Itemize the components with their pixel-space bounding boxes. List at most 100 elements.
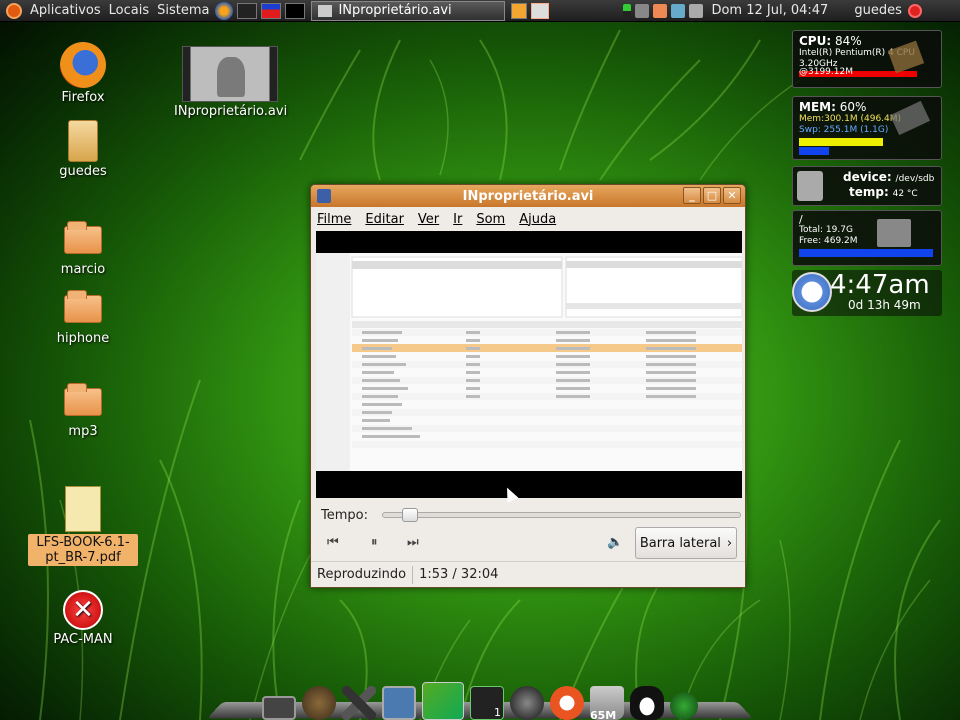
cpu-label: CPU:	[799, 34, 832, 48]
temp-value: 42 °C	[892, 189, 918, 199]
window-title: INproprietário.avi	[462, 188, 594, 204]
next-chapter-button[interactable]: ⏭	[407, 535, 419, 550]
video-icon	[318, 4, 333, 17]
desktop-icon-label: mp3	[68, 424, 98, 439]
dock-monitor-icon[interactable]	[262, 696, 296, 720]
cpu-mhz: @3199.12M	[799, 67, 853, 77]
statusbar: Reproduzindo 1:53 / 32:04	[311, 561, 745, 587]
dock-tux-icon[interactable]	[630, 686, 664, 720]
video-frame-music-player-screenshot	[316, 253, 743, 471]
menu-filme[interactable]: Filme	[317, 212, 351, 227]
seek-row: Tempo:	[321, 505, 741, 525]
desktop-icon-label: Firefox	[61, 90, 105, 105]
menu-ajuda[interactable]: Ajuda	[519, 212, 556, 227]
workspace-switcher-icon[interactable]	[285, 2, 306, 19]
maximize-button[interactable]: □	[703, 187, 721, 204]
taskbar-item-label: INproprietário.avi	[338, 3, 452, 18]
menu-ver[interactable]: Ver	[418, 212, 439, 227]
swap-bar	[799, 147, 829, 155]
shutdown-icon[interactable]	[907, 3, 922, 18]
minimize-button[interactable]: _	[683, 187, 701, 204]
desktop-icon-label: hiphone	[56, 331, 110, 346]
conky-device: device: /dev/sdb temp: 42 °C	[792, 166, 942, 206]
menubar: Filme Editar Ver Ir Som Ajuda	[311, 207, 745, 231]
clock-face-icon	[792, 272, 832, 312]
folder-icon	[64, 221, 102, 254]
seek-label: Tempo:	[321, 507, 368, 523]
volume-icon[interactable]	[689, 3, 704, 18]
desktop-icon-firefox[interactable]: Firefox	[28, 42, 138, 105]
folder-icon	[64, 290, 102, 323]
menu-som[interactable]: Som	[476, 212, 505, 227]
workspace-switcher-active-icon[interactable]	[261, 2, 282, 19]
harddisk-icon	[797, 171, 823, 201]
pause-button[interactable]: ⏸	[371, 535, 378, 550]
dock-gimp-icon[interactable]	[302, 686, 336, 720]
movie-player-window: INproprietário.avi _ □ ✕ Filme Editar Ve…	[310, 184, 746, 588]
conky-clock: 4:47am 0d 13h 49m	[792, 270, 942, 316]
window-titlebar[interactable]: INproprietário.avi _ □ ✕	[311, 185, 745, 207]
seek-slider[interactable]	[381, 508, 741, 522]
window-list-icon[interactable]	[531, 2, 550, 19]
network-icon[interactable]	[635, 3, 650, 18]
volume-icon[interactable]: 🔈	[607, 535, 623, 550]
sidebar-toggle-label: Barra lateral	[639, 535, 721, 551]
playback-time: 1:53 / 32:04	[419, 567, 499, 582]
network-manager-icon[interactable]	[671, 3, 686, 18]
desktop-icon-pacman[interactable]: ✕ PAC-MAN	[28, 590, 138, 647]
dock-badge: 1	[494, 706, 501, 719]
controls-row: ⏮ ⏸ ⏭ 🔈 Barra lateral ›	[311, 527, 745, 561]
previous-chapter-button[interactable]: ⏮	[327, 535, 339, 550]
temp-label: temp:	[849, 185, 889, 199]
video-frame-image	[316, 253, 743, 471]
firefox-icon	[60, 42, 106, 88]
menu-locais[interactable]: Locais	[105, 0, 153, 22]
desktop-icon-guedes[interactable]: guedes	[28, 120, 138, 179]
notes-applet-icon[interactable]	[511, 2, 528, 19]
desktop-icon-marcio[interactable]: marcio	[28, 218, 138, 277]
dock-shutdown-icon[interactable]	[670, 692, 698, 720]
sidebar-toggle-button[interactable]: Barra lateral ›	[635, 527, 737, 559]
dock-trash-icon[interactable]: 65M	[590, 686, 624, 720]
taskbar-item-player[interactable]: INproprietário.avi	[311, 0, 506, 21]
cpu-value: 84%	[834, 34, 862, 48]
ubuntu-logo-icon[interactable]	[6, 2, 22, 19]
desktop-icon-mp3[interactable]: mp3	[28, 383, 138, 439]
desktop-icon-label: PAC-MAN	[53, 632, 113, 647]
status-separator	[412, 565, 414, 584]
firefox-launcher-icon[interactable]	[215, 1, 234, 20]
clock[interactable]: Dom 12 Jul, 04:47	[707, 0, 832, 22]
conky-cpu: CPU: 84% Intel(R) Pentium(R) 4 CPU 3.20G…	[792, 30, 942, 88]
dock-drive-icon[interactable]	[382, 686, 416, 720]
update-notifier-icon[interactable]	[653, 3, 668, 18]
menu-aplicativos[interactable]: Aplicativos	[26, 0, 105, 22]
device-label: device:	[843, 170, 892, 184]
dock-media-icon[interactable]	[510, 686, 544, 720]
desktop-icon-video-file[interactable]: INproprietário.avi	[174, 46, 287, 119]
dock: 1 65M	[230, 664, 730, 720]
dock-workspace-icon[interactable]: 1	[470, 686, 504, 720]
dock-grass-window-icon[interactable]	[422, 682, 464, 720]
desktop-icon-label: LFS-BOOK-6.1-pt_BR-7.pdf	[28, 534, 138, 566]
close-button[interactable]: ✕	[723, 187, 741, 204]
desktop-icon-hiphone[interactable]: hiphone	[28, 290, 138, 346]
dock-ubuntu-icon[interactable]	[550, 686, 584, 720]
battery-icon[interactable]	[623, 3, 632, 18]
uptime: 0d 13h 49m	[848, 298, 921, 312]
mem-value: 60%	[839, 100, 867, 114]
menu-editar[interactable]: Editar	[365, 212, 404, 227]
dock-trash-badge: 65M	[590, 709, 617, 720]
pdf-document-icon	[65, 486, 101, 532]
desktop-icon-label: marcio	[60, 262, 106, 277]
menu-sistema[interactable]: Sistema	[153, 0, 213, 22]
desktop-icon-pdf[interactable]: LFS-BOOK-6.1-pt_BR-7.pdf	[26, 486, 140, 566]
conky-mem: MEM: 60% Mem:300.1M (496.4M) Swp: 255.1M…	[792, 96, 942, 160]
dock-x-tools-icon[interactable]	[342, 686, 376, 720]
disk-bar	[799, 249, 933, 257]
terminal-launcher-icon[interactable]	[237, 2, 258, 19]
seek-slider-handle[interactable]	[402, 508, 419, 522]
video-area[interactable]	[316, 231, 743, 503]
folder-icon	[64, 383, 102, 416]
user-menu[interactable]: guedes	[850, 0, 906, 22]
menu-ir[interactable]: Ir	[453, 212, 462, 227]
